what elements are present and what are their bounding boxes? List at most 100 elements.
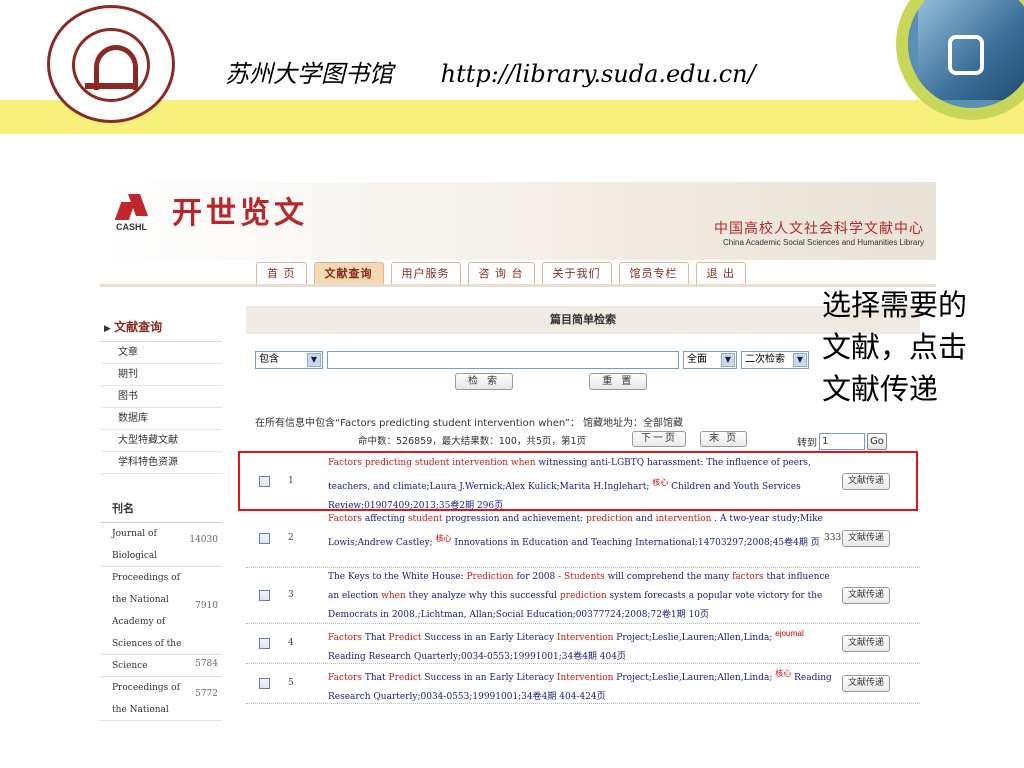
field-select-value: 全面 bbox=[687, 354, 707, 365]
search-input[interactable] bbox=[327, 351, 679, 369]
match-select[interactable]: 包含 ▼ bbox=[255, 351, 323, 369]
nav-divider bbox=[100, 284, 936, 287]
search-button[interactable]: 检 索 bbox=[455, 373, 514, 390]
search-buttons: 检 索 重 置 bbox=[455, 373, 648, 390]
citation-text: they analyze why this successful bbox=[405, 591, 560, 601]
result-citation[interactable]: Factors That Predict Success in an Early… bbox=[328, 664, 840, 707]
sidebar-item[interactable]: 图书 bbox=[100, 386, 222, 408]
document-delivery-button[interactable]: 文献传递 bbox=[842, 635, 891, 652]
search-system-screenshot: CASHL 开世览文 中国高校人文社会科学文献中心 China Academic… bbox=[100, 182, 936, 734]
sidebar-item[interactable]: 大型特藏文献 bbox=[100, 430, 222, 452]
journal-facet-item[interactable]: Proceedings of the National Academy 5772 bbox=[100, 677, 222, 721]
citation-text: Project;Leslie,Lauren;Allen,Linda; bbox=[613, 673, 776, 683]
goto-label: 转到 bbox=[797, 438, 817, 449]
pager: 下一页 末 页 bbox=[632, 431, 748, 447]
sidebar-title[interactable]: 文献查询 bbox=[100, 306, 222, 342]
citation-text: Success in an Early Literacy bbox=[421, 633, 557, 643]
cashl-banner: CASHL 开世览文 中国高校人文社会科学文献中心 China Academic… bbox=[100, 182, 936, 260]
result-checkbox[interactable] bbox=[259, 678, 270, 689]
sidebar-item[interactable]: 学科特色资源 bbox=[100, 452, 222, 474]
field-select[interactable]: 全面 ▼ bbox=[683, 351, 737, 369]
citation-text: for 2008 - bbox=[513, 572, 565, 582]
last-page-button[interactable]: 末 页 bbox=[700, 431, 748, 447]
nav-tab-5[interactable]: 馆员专栏 bbox=[618, 262, 689, 284]
nav-tab-6[interactable]: 退 出 bbox=[695, 262, 746, 284]
library-url[interactable]: http://library.suda.edu.cn/ bbox=[441, 60, 756, 88]
nav-tab-3[interactable]: 咨 询 台 bbox=[467, 262, 535, 284]
chevron-down-icon: ▼ bbox=[721, 353, 735, 367]
highlighted-term: Predict bbox=[388, 633, 422, 643]
result-checkbox[interactable] bbox=[259, 590, 270, 601]
highlighted-term: prediction bbox=[586, 514, 633, 524]
citation-text: affecting bbox=[362, 514, 408, 524]
journal-facet-item[interactable]: Proceedings of the National Academy of S… bbox=[100, 567, 222, 655]
secondary-search-select[interactable]: 二次检索 ▼ bbox=[741, 351, 809, 369]
result-checkbox[interactable] bbox=[259, 533, 270, 544]
core-journal-badge: 核心 bbox=[435, 534, 452, 543]
result-number: 2 bbox=[288, 533, 294, 543]
cashl-logo-icon bbox=[118, 194, 150, 220]
highlighted-term: student bbox=[407, 514, 443, 524]
result-citation[interactable]: Factors That Predict Success in an Early… bbox=[328, 624, 840, 667]
next-page-button[interactable]: 下一页 bbox=[632, 431, 686, 447]
table-row: 1 Factors predicting student intervention… bbox=[238, 451, 920, 511]
journal-count: 7910 bbox=[195, 601, 218, 611]
hit-count: 命中数：526859，最大结果数：100，共5页，第1页 bbox=[358, 436, 586, 447]
journal-name: Journal of Biological Chemistry bbox=[112, 529, 158, 561]
journal-name: Proceedings of the National Academy bbox=[112, 683, 180, 715]
main-nav: 首 页文献查询 用户服务咨 询 台关于我们 馆员专栏退 出 bbox=[256, 262, 746, 284]
citation-text: and bbox=[632, 514, 656, 524]
result-list: 1 Factors predicting student intervention… bbox=[238, 451, 920, 704]
highlighted-term: Intervention bbox=[556, 673, 614, 683]
citation-text: That bbox=[362, 673, 389, 683]
table-row: 5 Factors That Predict Success in an Earl… bbox=[246, 664, 920, 704]
highlighted-term: Factors bbox=[328, 673, 362, 683]
result-citation[interactable]: Factors affecting student progression an… bbox=[328, 510, 840, 553]
sidebar-item[interactable]: 期刊 bbox=[100, 364, 222, 386]
document-delivery-button[interactable]: 文献传递 bbox=[842, 530, 891, 547]
core-journal-badge: 核心 bbox=[775, 669, 792, 678]
highlighted-term: when bbox=[381, 591, 406, 601]
ejournal-badge: ejournal bbox=[775, 629, 804, 638]
brand-name: 开世览文 bbox=[172, 196, 308, 231]
journal-count: 5772 bbox=[195, 689, 218, 699]
chevron-down-icon: ▼ bbox=[307, 353, 321, 367]
header-title: 苏州大学图书馆 http://library.suda.edu.cn/ bbox=[225, 54, 756, 89]
instruction-annotation: 选择需要的 文献，点击 文献传递 bbox=[822, 284, 1022, 410]
citation-text: Project;Leslie,Lauren;Allen,Linda; bbox=[613, 633, 776, 643]
table-row: 2 Factors affecting student progression a… bbox=[246, 510, 920, 568]
highlighted-term: Factors bbox=[328, 514, 362, 524]
query-summary: 在所有信息中包含“Factors predicting student inte… bbox=[255, 418, 684, 429]
highlighted-term: Prediction bbox=[466, 572, 514, 582]
highlighted-term: prediction bbox=[559, 591, 607, 601]
document-delivery-button[interactable]: 文献传递 bbox=[842, 587, 891, 604]
highlighted-term: Intervention bbox=[556, 633, 614, 643]
journal-count: 5784 bbox=[195, 659, 218, 669]
sidebar-item[interactable]: 文章 bbox=[100, 342, 222, 364]
document-delivery-button[interactable]: 文献传递 bbox=[842, 675, 891, 692]
sidebar-item[interactable]: 数据库 bbox=[100, 408, 222, 430]
citation-text: The Keys to the White House: bbox=[328, 572, 467, 582]
nav-tab-2[interactable]: 用户服务 bbox=[390, 262, 461, 284]
goto-page: 转到 1 Go bbox=[797, 433, 887, 450]
citation-text: Innovations in Education and Teaching In… bbox=[451, 538, 820, 548]
journal-name: Science bbox=[112, 661, 148, 671]
result-number: 4 bbox=[288, 638, 294, 648]
nav-tab-1[interactable]: 文献查询 bbox=[313, 262, 384, 284]
sidebar-menu: 文章 期刊 图书 数据库 大型特藏文献 学科特色资源 bbox=[100, 342, 222, 474]
result-citation[interactable]: The Keys to the White House: Prediction … bbox=[328, 568, 840, 625]
cashl-label: CASHL bbox=[116, 222, 147, 232]
nav-tab-0[interactable]: 首 页 bbox=[256, 262, 307, 284]
left-sidebar: 文献查询 文章期刊图书数据库大型特藏文献学科特色资源 刊名 Journal of… bbox=[100, 306, 222, 721]
journal-facet-item[interactable]: Journal of Biological Chemistry 14030 bbox=[100, 523, 222, 567]
annotation-line: 选择需要的 bbox=[822, 288, 968, 322]
nav-tab-4[interactable]: 关于我们 bbox=[541, 262, 612, 284]
goto-page-input[interactable]: 1 bbox=[819, 433, 865, 450]
journal-facet-item[interactable]: Science 5784 bbox=[100, 655, 222, 677]
go-button[interactable]: Go bbox=[867, 433, 887, 450]
result-checkbox[interactable] bbox=[259, 638, 270, 649]
main-panel: 篇目简单检索 包含 ▼ 全面 ▼ 二次检索 ▼ 检 索 重 置 在所有信息中包含… bbox=[238, 306, 920, 704]
reset-button[interactable]: 重 置 bbox=[589, 373, 648, 390]
highlighted-term: Factors bbox=[328, 633, 362, 643]
citation-text: That bbox=[362, 633, 389, 643]
